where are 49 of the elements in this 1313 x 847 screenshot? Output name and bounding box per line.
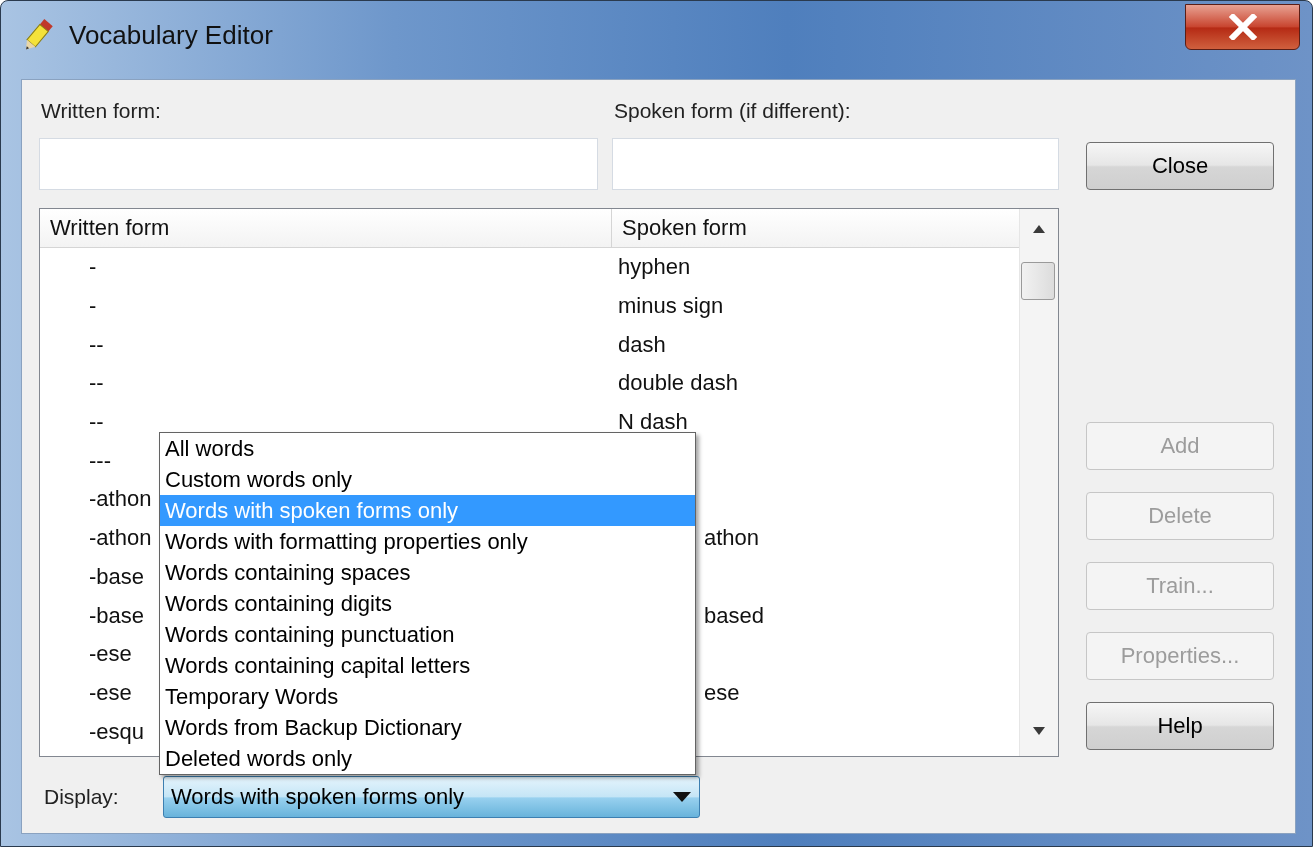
table-cell: - — [89, 293, 97, 319]
field-label: Spoken form (if different): — [613, 98, 851, 124]
dropdown-option[interactable]: Deleted words only — [160, 743, 695, 774]
field-label: Written form: — [40, 98, 161, 124]
dropdown-option[interactable]: Temporary Words — [160, 681, 695, 712]
table-cell: -base — [89, 563, 145, 589]
table-cell-text: dash — [617, 331, 666, 358]
table-cell-text: based — [703, 602, 764, 629]
dialog-button[interactable]: Close — [1086, 142, 1274, 190]
scrollbar[interactable] — [1019, 209, 1058, 756]
down-arrow-icon[interactable] — [1033, 727, 1045, 735]
table-cell-text: athon — [703, 525, 760, 552]
table-cell: -esqu — [89, 718, 145, 744]
table-cell: -athon — [89, 486, 152, 512]
dropdown-option[interactable]: Words with formatting properties only — [160, 526, 695, 557]
up-arrow-icon[interactable] — [1033, 225, 1045, 233]
text-field[interactable] — [612, 138, 1059, 190]
table-cell: -athon — [89, 525, 152, 551]
dropdown-option[interactable]: Words containing punctuation — [160, 619, 695, 650]
table-cell: -ese — [89, 679, 132, 705]
table-cell-text: N dash — [617, 409, 688, 436]
column-header[interactable]: Written form — [40, 209, 612, 247]
dropdown-option[interactable]: Words containing spaces — [160, 557, 695, 588]
dropdown-arrow-icon — [673, 791, 691, 802]
table-cell: -- — [89, 331, 104, 357]
table-cell: -- — [89, 370, 104, 396]
dropdown-option[interactable]: Words containing capital letters — [160, 650, 695, 681]
table-cell-text: hyphen — [617, 254, 691, 281]
display-dropdown[interactable]: Words with spoken forms only — [163, 775, 700, 818]
dropdown-option[interactable]: Words containing digits — [160, 588, 695, 619]
column-header[interactable]: Spoken form — [612, 209, 747, 247]
table-cell-text: ese — [703, 679, 740, 706]
close-icon — [1227, 14, 1258, 40]
table-cell: -base — [89, 602, 145, 628]
dropdown-option[interactable]: All words — [160, 433, 695, 464]
close-button[interactable] — [1185, 4, 1300, 50]
table-cell-text: double dash — [617, 370, 738, 397]
table-cell: -ese — [89, 641, 132, 667]
table-cell: - — [89, 254, 97, 280]
text-field[interactable] — [39, 138, 598, 190]
dialog-button[interactable]: Help — [1086, 702, 1274, 750]
table-cell-text: minus sign — [617, 293, 724, 320]
window-title: Vocabulary Editor — [69, 20, 273, 51]
scrollbar-thumb[interactable] — [1021, 262, 1055, 300]
table-cell: --- — [89, 447, 111, 473]
dropdown-option[interactable]: Words from Backup Dictionary — [160, 712, 695, 743]
display-label: Display: — [44, 784, 119, 808]
dropdown-option[interactable]: Custom words only — [160, 464, 695, 495]
table-cell: -- — [89, 409, 104, 435]
